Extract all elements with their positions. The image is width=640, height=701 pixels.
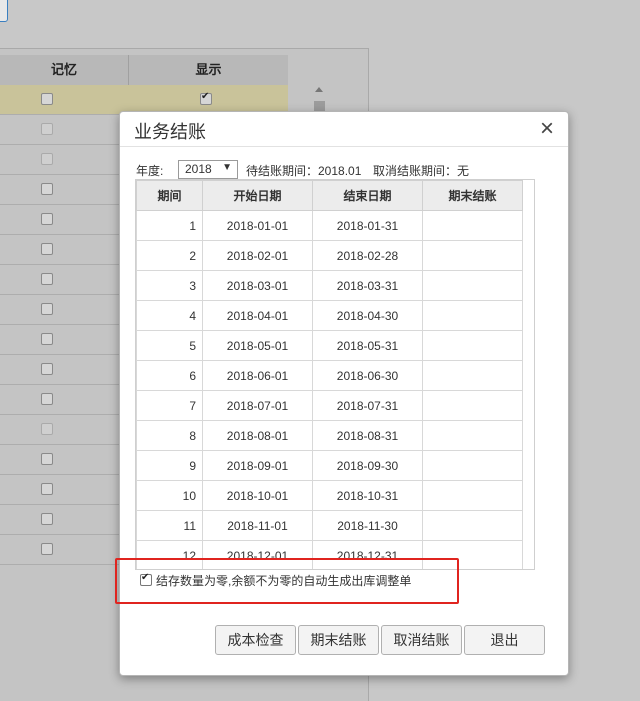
period-cell: 8	[136, 420, 203, 451]
end-date-cell: 2018-02-28	[312, 240, 423, 271]
remember-checkbox[interactable]	[41, 453, 53, 465]
remember-checkbox[interactable]	[41, 303, 53, 315]
header-period: 期间	[136, 180, 203, 211]
period-closed-cell	[422, 240, 523, 271]
period-cell: 1	[136, 210, 203, 241]
period-cell: 11	[136, 510, 203, 541]
end-date-cell: 2018-11-30	[312, 510, 423, 541]
period-closed-cell	[422, 300, 523, 331]
remember-checkbox[interactable]	[41, 243, 53, 255]
start-date-cell: 2018-11-01	[202, 510, 313, 541]
period-closed-cell	[422, 330, 523, 361]
background-tab-edge[interactable]	[0, 0, 8, 22]
period-closed-cell	[422, 360, 523, 391]
remember-checkbox[interactable]	[41, 93, 53, 105]
end-date-cell: 2018-09-30	[312, 450, 423, 481]
start-date-cell: 2018-04-01	[202, 300, 313, 331]
dialog-title: 业务结账	[134, 122, 206, 142]
column-header-show[interactable]: 显示	[129, 55, 288, 85]
table-row[interactable]: 1 2018-01-01 2018-01-31	[136, 210, 523, 241]
end-date-cell: 2018-04-30	[312, 300, 423, 331]
table-row[interactable]: 2 2018-02-01 2018-02-28	[136, 240, 523, 271]
start-date-cell: 2018-01-01	[202, 210, 313, 241]
period-closed-cell	[422, 390, 523, 421]
period-cell: 7	[136, 390, 203, 421]
remember-checkbox[interactable]	[41, 153, 53, 165]
table-row[interactable]: 10 2018-10-01 2018-10-31	[136, 480, 523, 511]
year-select-value: 2018	[185, 162, 212, 176]
period-closed-cell	[422, 480, 523, 511]
period-cell: 9	[136, 450, 203, 481]
table-header-row: 期间 开始日期 结束日期 期末结账	[136, 180, 523, 211]
end-date-cell: 2018-03-31	[312, 270, 423, 301]
remember-checkbox[interactable]	[41, 273, 53, 285]
remember-checkbox[interactable]	[41, 123, 53, 135]
start-date-cell: 2018-09-01	[202, 450, 313, 481]
dialog-title-divider	[120, 146, 568, 147]
cancel-close-button[interactable]: 取消结账	[381, 625, 462, 655]
end-date-cell: 2018-06-30	[312, 360, 423, 391]
period-closed-cell	[422, 210, 523, 241]
table-row[interactable]: 9 2018-09-01 2018-09-30	[136, 450, 523, 481]
start-date-cell: 2018-06-01	[202, 360, 313, 391]
year-select[interactable]: 2018 ▼	[178, 160, 238, 179]
start-date-cell: 2018-10-01	[202, 480, 313, 511]
remember-checkbox[interactable]	[41, 423, 53, 435]
table-row[interactable]: 5 2018-05-01 2018-05-31	[136, 330, 523, 361]
exit-button[interactable]: 退出	[464, 625, 545, 655]
table-row[interactable]: 6 2018-06-01 2018-06-30	[136, 360, 523, 391]
start-date-cell: 2018-08-01	[202, 420, 313, 451]
remember-checkbox[interactable]	[41, 483, 53, 495]
period-table: 期间 开始日期 结束日期 期末结账 1 2018-01-01 2018-01-31 2…	[136, 180, 523, 569]
header-end-date: 结束日期	[312, 180, 423, 211]
table-row[interactable]: 11 2018-11-01 2018-11-30	[136, 510, 523, 541]
period-cell: 4	[136, 300, 203, 331]
end-date-cell: 2018-10-31	[312, 480, 423, 511]
period-closed-cell	[422, 420, 523, 451]
highlight-annotation-box	[115, 558, 459, 604]
start-date-cell: 2018-02-01	[202, 240, 313, 271]
header-start-date: 开始日期	[202, 180, 313, 211]
period-closed-cell	[422, 270, 523, 301]
background-grid-header: 记忆 显示	[0, 55, 288, 86]
remember-checkbox[interactable]	[41, 333, 53, 345]
scroll-up-arrow-icon[interactable]	[315, 87, 323, 92]
remember-checkbox[interactable]	[41, 543, 53, 555]
period-cell: 2	[136, 240, 203, 271]
column-header-remember[interactable]: 记忆	[0, 55, 129, 85]
table-row[interactable]: 8 2018-08-01 2018-08-31	[136, 420, 523, 451]
close-icon[interactable]: ×	[540, 116, 554, 142]
year-label: 年度:	[136, 164, 164, 178]
start-date-cell: 2018-07-01	[202, 390, 313, 421]
remember-checkbox[interactable]	[41, 213, 53, 225]
end-date-cell: 2018-08-31	[312, 420, 423, 451]
period-end-close-button[interactable]: 期末结账	[298, 625, 379, 655]
period-table-container[interactable]: 期间 开始日期 结束日期 期末结账 1 2018-01-01 2018-01-31 2…	[135, 179, 535, 570]
table-row[interactable]: 4 2018-04-01 2018-04-30	[136, 300, 523, 331]
chevron-down-icon: ▼	[222, 162, 232, 173]
period-cell: 10	[136, 480, 203, 511]
start-date-cell: 2018-05-01	[202, 330, 313, 361]
remember-checkbox[interactable]	[41, 393, 53, 405]
header-period-closed: 期末结账	[422, 180, 523, 211]
period-cell: 5	[136, 330, 203, 361]
table-row[interactable]: 7 2018-07-01 2018-07-31	[136, 390, 523, 421]
period-cell: 3	[136, 270, 203, 301]
pending-period-text: 待结账期间：2018.01	[246, 164, 362, 178]
start-date-cell: 2018-03-01	[202, 270, 313, 301]
table-row[interactable]: 3 2018-03-01 2018-03-31	[136, 270, 523, 301]
show-checkbox[interactable]	[200, 91, 212, 105]
end-date-cell: 2018-01-31	[312, 210, 423, 241]
cancel-period-text: 取消结账期间：无	[373, 164, 470, 178]
end-date-cell: 2018-05-31	[312, 330, 423, 361]
end-date-cell: 2018-07-31	[312, 390, 423, 421]
period-closed-cell	[422, 510, 523, 541]
period-closed-cell	[422, 450, 523, 481]
period-cell: 6	[136, 360, 203, 391]
remember-checkbox[interactable]	[41, 513, 53, 525]
remember-checkbox[interactable]	[41, 183, 53, 195]
remember-checkbox[interactable]	[41, 363, 53, 375]
cost-check-button[interactable]: 成本检查	[215, 625, 296, 655]
